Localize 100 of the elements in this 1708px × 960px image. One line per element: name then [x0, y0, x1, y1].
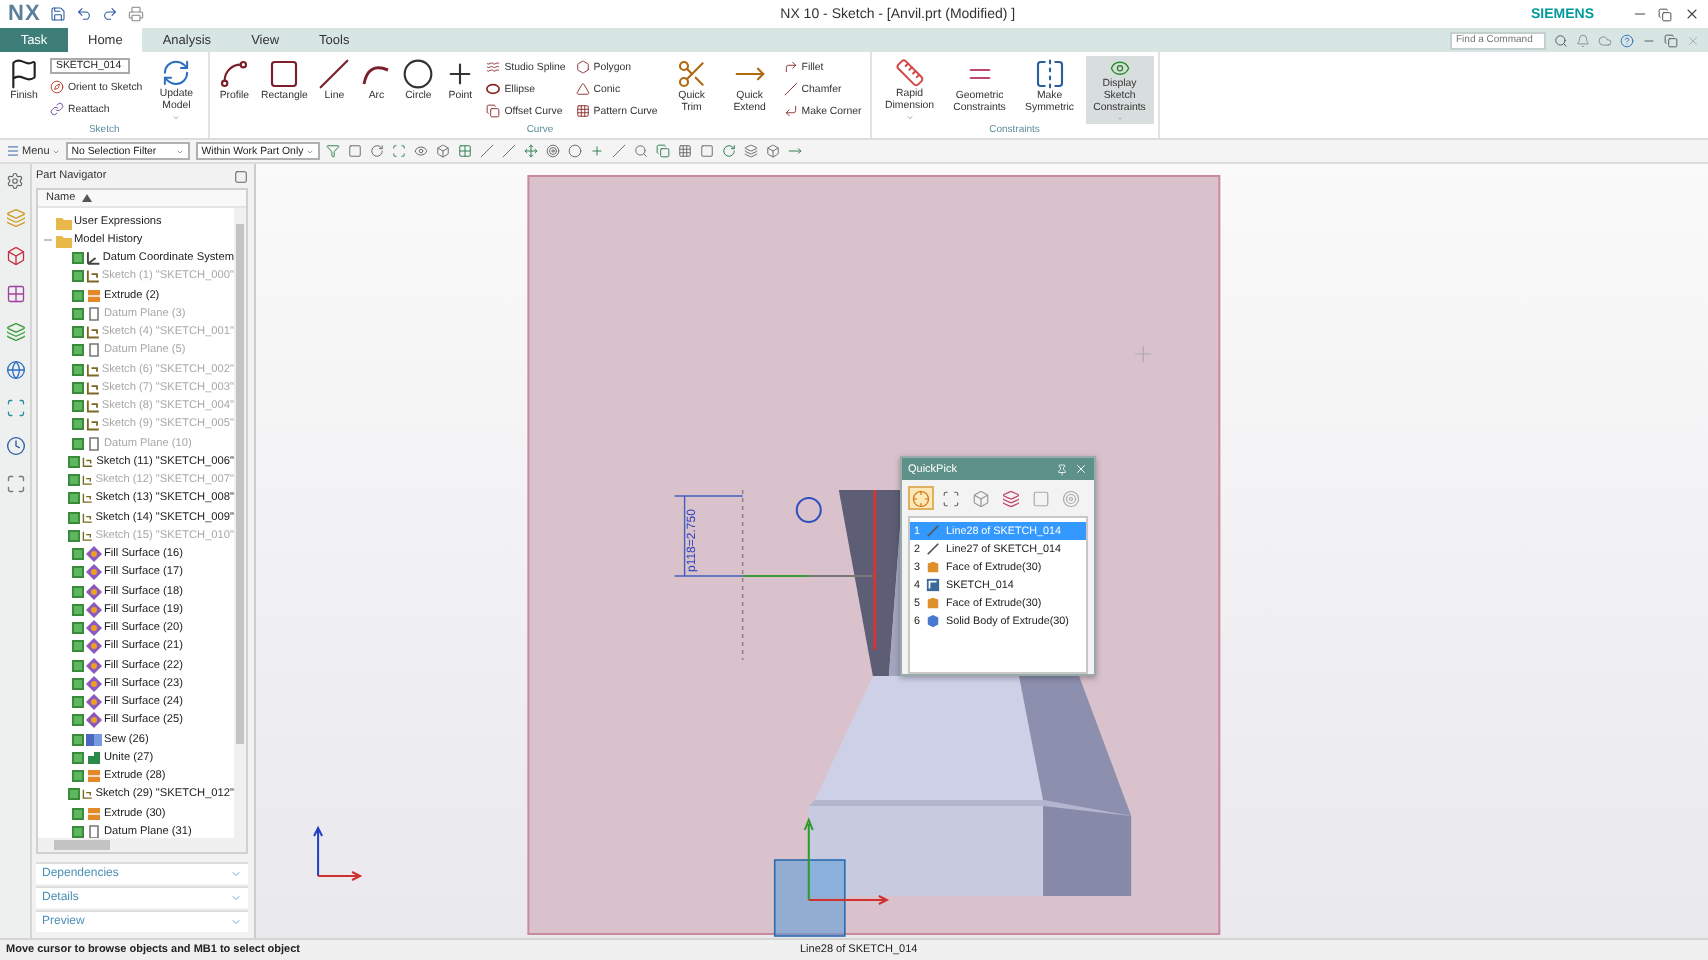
toolbar-button[interactable]	[435, 143, 452, 159]
print-button[interactable]	[126, 5, 145, 23]
visibility-checkbox[interactable]	[71, 381, 83, 394]
box-icon	[86, 287, 102, 304]
axes-icon	[85, 250, 101, 267]
bell-icon	[1576, 33, 1590, 47]
visibility-checkbox[interactable]	[71, 400, 83, 413]
toolbar-button[interactable]	[633, 143, 650, 159]
visibility-checkbox[interactable]	[71, 270, 83, 283]
sketch-icon	[82, 786, 94, 803]
plane-icon	[86, 305, 102, 322]
visibility-checkbox[interactable]	[72, 659, 84, 672]
visibility-checkbox[interactable]	[72, 344, 84, 357]
close-button[interactable]	[1682, 5, 1700, 23]
body-icon	[926, 614, 940, 628]
visibility-checkbox[interactable]	[72, 307, 84, 320]
visibility-checkbox[interactable]	[72, 566, 84, 579]
visibility-checkbox[interactable]	[71, 252, 84, 265]
app-logo: NX	[8, 2, 41, 26]
toolbar-button[interactable]	[479, 143, 496, 159]
pin-button[interactable]	[1054, 462, 1068, 476]
undo-button[interactable]	[74, 5, 93, 23]
toolbar-button[interactable]	[325, 143, 342, 159]
visibility-checkbox[interactable]	[71, 418, 83, 431]
layers-icon	[5, 208, 25, 228]
ruler-icon	[893, 58, 926, 88]
plane-icon	[86, 435, 102, 452]
crosshair-icon	[912, 489, 930, 507]
chamfer-icon	[783, 82, 798, 96]
visibility-checkbox[interactable]	[71, 326, 83, 339]
toolbar-button[interactable]	[655, 143, 672, 159]
restore-icon	[1664, 33, 1678, 47]
toolbar-button[interactable]	[545, 143, 562, 159]
toolbar-button[interactable]	[391, 143, 408, 159]
toolbar-button[interactable]	[347, 143, 364, 159]
toolbar-button[interactable]	[765, 143, 782, 159]
save-icon	[49, 6, 66, 22]
rotate-icon	[370, 144, 385, 158]
toolbar-button[interactable]	[721, 143, 738, 159]
line-icon	[318, 58, 351, 90]
filter-button[interactable]	[908, 486, 934, 510]
toolbar-button[interactable]	[567, 143, 584, 159]
visibility-checkbox[interactable]	[72, 640, 84, 653]
visibility-checkbox[interactable]	[72, 696, 84, 709]
box-icon	[972, 489, 990, 507]
visibility-checkbox[interactable]	[72, 437, 84, 450]
toolbar-button[interactable]	[413, 143, 430, 159]
toolbar-button[interactable]	[501, 143, 518, 159]
visibility-checkbox[interactable]	[72, 733, 84, 746]
toolbar-button[interactable]	[611, 143, 628, 159]
ellipse-icon	[486, 82, 501, 96]
maximize-icon	[234, 169, 248, 183]
target-icon	[546, 144, 561, 158]
restore-icon	[1658, 7, 1672, 21]
visibility-checkbox[interactable]	[68, 788, 81, 801]
filter-button[interactable]	[968, 486, 994, 510]
visibility-checkbox[interactable]	[72, 770, 84, 783]
visibility-checkbox[interactable]	[72, 825, 84, 838]
visibility-checkbox[interactable]	[68, 529, 81, 542]
redo-button[interactable]	[100, 5, 119, 23]
eye-icon	[414, 144, 429, 158]
toolbar-button[interactable]	[457, 143, 474, 159]
visibility-checkbox[interactable]	[72, 548, 84, 561]
sketch-icon	[85, 324, 100, 341]
visibility-checkbox[interactable]	[72, 751, 84, 764]
visibility-checkbox[interactable]	[68, 455, 81, 468]
toolbar-button[interactable]	[523, 143, 540, 159]
visibility-checkbox[interactable]	[68, 474, 81, 487]
scrollbar[interactable]	[234, 208, 246, 838]
box-icon	[5, 246, 25, 266]
cloud-icon	[1598, 33, 1612, 47]
visibility-checkbox[interactable]	[71, 363, 83, 376]
box-icon	[766, 144, 781, 158]
visibility-checkbox[interactable]	[72, 807, 84, 820]
filter-button[interactable]	[998, 486, 1024, 510]
visibility-checkbox[interactable]	[72, 622, 84, 635]
toolbar-button[interactable]	[743, 143, 760, 159]
toolbar-button[interactable]	[369, 143, 386, 159]
plane-icon	[86, 823, 102, 838]
visibility-checkbox[interactable]	[72, 714, 84, 727]
search-icon	[634, 144, 649, 158]
restore-button[interactable]	[1656, 5, 1674, 23]
visibility-checkbox[interactable]	[72, 603, 84, 616]
menu-icon	[6, 144, 20, 158]
arrow-icon	[788, 144, 803, 158]
visibility-checkbox[interactable]	[72, 289, 84, 302]
visibility-checkbox[interactable]	[68, 492, 81, 505]
visibility-checkbox[interactable]	[68, 511, 81, 524]
hexagon-icon	[575, 60, 590, 74]
save-button[interactable]	[48, 5, 67, 23]
line-icon	[502, 144, 517, 158]
visibility-checkbox[interactable]	[72, 677, 84, 690]
toolbar-button[interactable]	[699, 143, 716, 159]
layers-icon	[1002, 489, 1020, 507]
filter-button[interactable]	[938, 486, 964, 510]
scrollbar[interactable]	[38, 838, 246, 852]
toolbar-button[interactable]	[677, 143, 694, 159]
layers-icon	[744, 144, 759, 158]
coordinate-system-drawing	[773, 817, 890, 937]
visibility-checkbox[interactable]	[72, 585, 84, 598]
